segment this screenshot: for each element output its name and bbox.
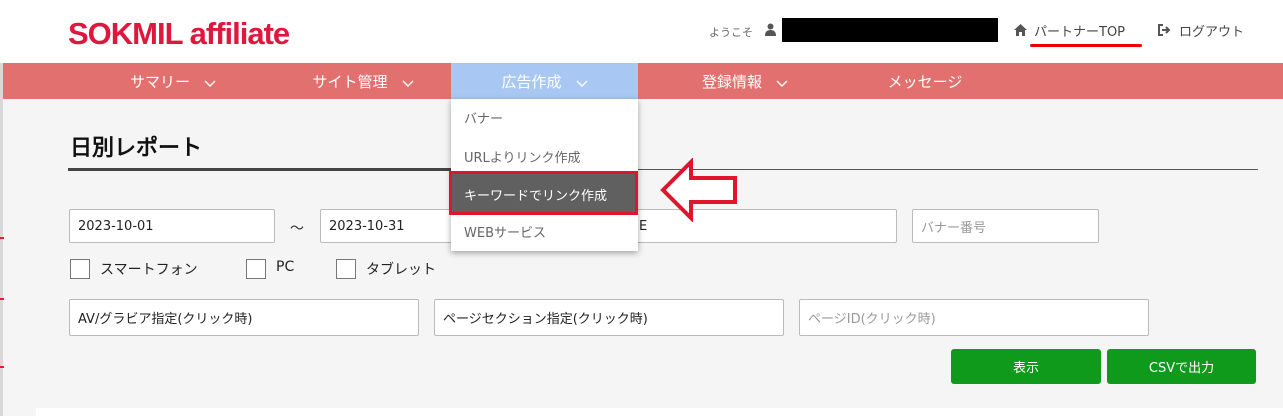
page-title: 日別レポート (70, 136, 203, 161)
date-range-separator: ～ (290, 221, 304, 237)
date-from-input[interactable]: 2023-10-01 (69, 209, 275, 243)
pc-label: PC (276, 259, 295, 275)
main-nav: サマリー サイト管理 広告作成 登録情報 メッセージ (3, 63, 1283, 99)
nav-item-label: メッセージ (887, 72, 963, 91)
chevron-down-icon (776, 80, 788, 87)
dropdown-item-banner[interactable]: バナー (451, 99, 638, 135)
left-arrow-icon (660, 158, 737, 222)
sign-out-icon (1158, 24, 1171, 36)
csv-export-button[interactable]: CSVで出力 (1107, 349, 1256, 384)
partner-top-label: パートナーTOP (1034, 24, 1126, 40)
nav-item-messages[interactable]: メッセージ (865, 63, 985, 99)
dropdown-item-web-service[interactable]: WEBサービス (451, 214, 638, 249)
page-id-input[interactable]: ページID(クリック時) (799, 299, 1149, 336)
smartphone-checkbox[interactable] (70, 259, 90, 279)
annotation-underline (1030, 44, 1142, 47)
welcome-text: ようこそ (709, 26, 753, 39)
tablet-label: タブレット (366, 262, 436, 278)
left-edge-mark (0, 298, 4, 300)
nav-item-label: 登録情報 (701, 72, 762, 91)
partner-top-link[interactable]: パートナーTOP (1014, 19, 1125, 41)
nav-item-label: サマリー (129, 72, 190, 91)
chevron-down-icon (402, 80, 413, 87)
dropdown-item-url-link[interactable]: URLよりリンク作成 (451, 138, 638, 174)
nav-item-registration[interactable]: 登録情報 (675, 63, 815, 99)
pc-checkbox[interactable] (246, 259, 266, 279)
annotation-highlight-box (449, 171, 638, 215)
show-button[interactable]: 表示 (951, 349, 1101, 384)
chevron-down-icon (576, 80, 587, 87)
smartphone-label: スマートフォン (100, 262, 198, 278)
user-icon (765, 23, 776, 36)
tablet-checkbox[interactable] (336, 259, 356, 279)
av-gravure-select[interactable]: AV/グラビア指定(クリック時) (69, 299, 419, 336)
title-divider (68, 168, 453, 171)
site-header: SOKMIL affiliate ようこそ パートナーTOP ログアウト (0, 0, 1283, 63)
nav-item-ad-creation[interactable]: 広告作成 (451, 63, 638, 99)
logout-link[interactable]: ログアウト (1158, 19, 1244, 41)
left-edge-mark (0, 366, 4, 368)
banner-number-input[interactable]: バナー番号 (912, 209, 1099, 243)
results-panel (36, 408, 1283, 416)
home-icon (1014, 24, 1027, 36)
nav-item-label: 広告作成 (501, 72, 562, 91)
site-field-partial-text: E (639, 219, 648, 234)
left-edge-mark (0, 237, 4, 239)
chevron-down-icon (204, 80, 216, 87)
nav-item-site-management[interactable]: サイト管理 (288, 63, 438, 99)
site-logo[interactable]: SOKMIL affiliate (68, 14, 290, 54)
page-section-select[interactable]: ページセクション指定(クリック時) (434, 299, 784, 336)
date-to-value: 2023-10-31 (329, 218, 405, 234)
nav-item-label: サイト管理 (312, 72, 388, 91)
redacted-username (782, 18, 998, 42)
nav-item-summary[interactable]: サマリー (103, 63, 243, 99)
logout-label: ログアウト (1179, 24, 1245, 40)
